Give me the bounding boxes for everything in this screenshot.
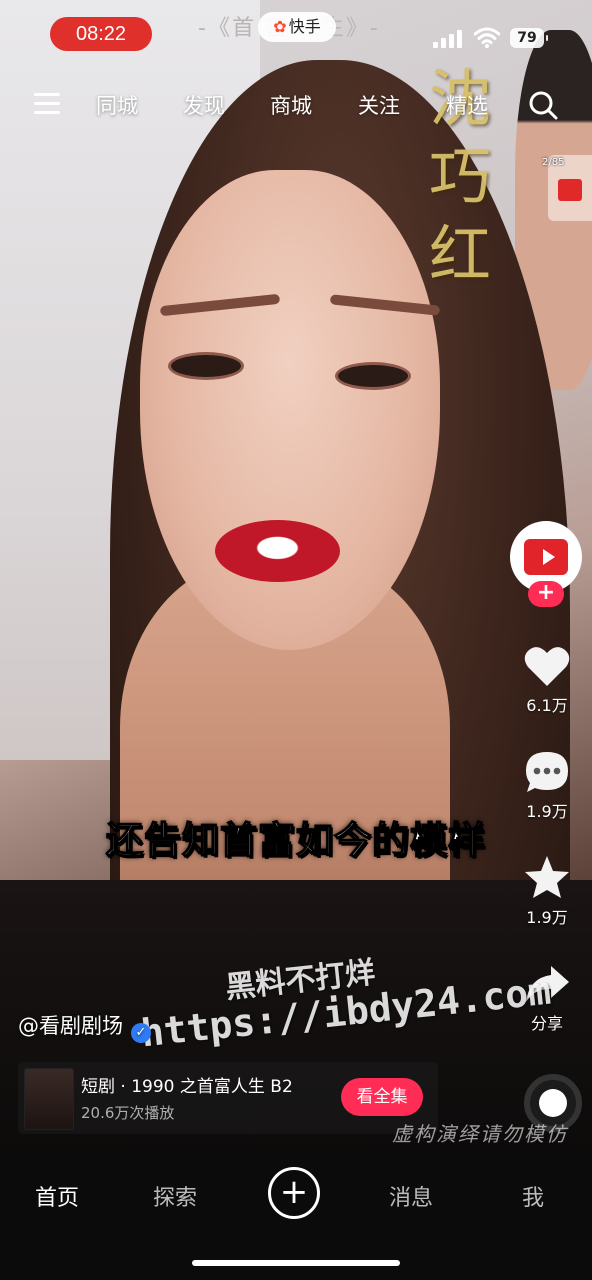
calligraphy-char: 红 xyxy=(428,218,491,291)
battery-icon: 79 xyxy=(510,28,548,48)
author-name[interactable]: @看剧剧场 xyxy=(18,1014,123,1038)
menu-icon[interactable] xyxy=(34,93,60,115)
drama-views: 20.6万次播放 xyxy=(81,1104,175,1122)
like-button[interactable]: 6.1万 xyxy=(510,644,584,716)
tv-logo-icon xyxy=(524,539,568,575)
verified-badge-icon: ✓ xyxy=(131,1023,151,1043)
like-count: 6.1万 xyxy=(526,696,568,715)
tab-discover[interactable]: 发现 xyxy=(183,90,225,120)
follow-button[interactable]: + xyxy=(528,581,564,607)
left-eye xyxy=(168,352,244,380)
wifi-icon xyxy=(474,27,500,48)
red-packet-widget[interactable]: 2/85 xyxy=(542,155,592,221)
favorite-button[interactable]: 1.9万 xyxy=(510,854,584,928)
watch-all-button[interactable]: 看全集 xyxy=(341,1078,423,1116)
app-badge-label: 快手 xyxy=(288,17,321,36)
author-handle[interactable]: @看剧剧场 ✓ xyxy=(18,1010,151,1043)
signal-icon xyxy=(433,30,465,48)
red-envelope-icon xyxy=(558,179,582,201)
create-button[interactable]: + xyxy=(268,1167,320,1219)
status-bar: 08:22 -《首 富 人生》- ✿快手 79 xyxy=(0,0,592,70)
drama-thumbnail xyxy=(24,1068,74,1130)
video-subtitle: 还告知首富如今的模样 xyxy=(105,818,486,863)
tab-nearby[interactable]: 同城 xyxy=(96,90,138,120)
status-time: 08:22 xyxy=(50,17,152,51)
tab-messages[interactable]: 消息 xyxy=(389,1180,433,1212)
favorite-count: 1.9万 xyxy=(526,908,568,927)
tab-mall[interactable]: 商城 xyxy=(270,90,312,120)
tab-me[interactable]: 我 xyxy=(522,1180,544,1212)
tab-following[interactable]: 关注 xyxy=(358,90,400,120)
lips xyxy=(215,520,340,582)
bottom-tab-bar: 首页 探索 + 消息 我 xyxy=(0,1155,592,1280)
kuaishou-badge: ✿ 快手 xyxy=(258,12,336,42)
red-packet-count: 2/85 xyxy=(542,157,565,168)
top-nav: 同城 发现 商城 关注 精选 xyxy=(0,80,592,130)
calligraphy-char: 巧 xyxy=(428,140,491,213)
kuaishou-logo-icon: ✿ xyxy=(273,17,287,36)
search-icon[interactable] xyxy=(528,90,558,120)
home-indicator xyxy=(192,1260,400,1266)
tab-featured[interactable]: 精选 xyxy=(446,90,488,120)
disclaimer-text: 虚构演绎请勿模仿 xyxy=(392,1122,568,1146)
tab-explore[interactable]: 探索 xyxy=(153,1180,197,1212)
tab-home[interactable]: 首页 xyxy=(35,1180,79,1212)
drama-title: 短剧 · 1990 之首富人生 B2 xyxy=(81,1077,293,1097)
heart-icon xyxy=(524,647,570,686)
right-eye xyxy=(335,362,411,390)
comment-icon xyxy=(526,752,568,792)
